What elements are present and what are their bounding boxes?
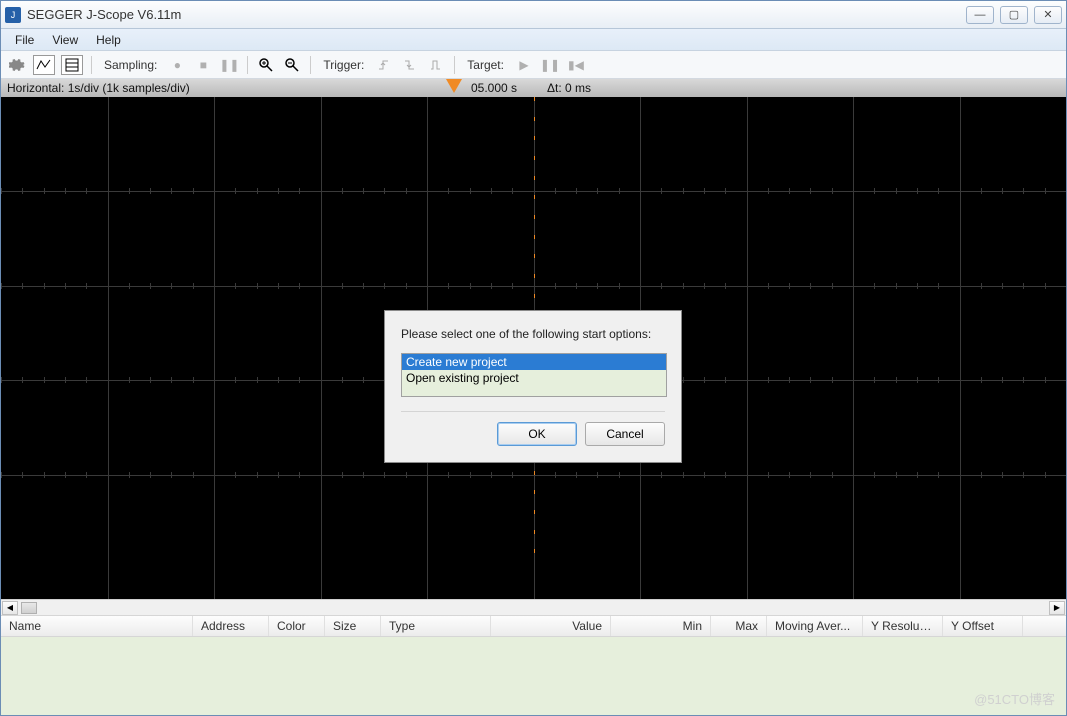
start-options-dialog: Please select one of the following start…: [384, 310, 682, 463]
time-value: 05.000 s: [471, 81, 517, 95]
scroll-right-button[interactable]: ▶: [1049, 601, 1065, 615]
minimize-button[interactable]: —: [966, 6, 994, 24]
trigger-rising-icon[interactable]: [374, 55, 394, 75]
table-body[interactable]: [1, 637, 1066, 715]
list-mode-icon[interactable]: [61, 55, 83, 75]
time-marker-icon[interactable]: [446, 79, 462, 93]
col-max[interactable]: Max: [711, 616, 767, 636]
col-color[interactable]: Color: [269, 616, 325, 636]
stop-icon[interactable]: ■: [193, 55, 213, 75]
infobar: Horizontal: 1s/div (1k samples/div) 05.0…: [1, 79, 1066, 97]
app-icon: J: [5, 7, 21, 23]
window-title: SEGGER J-Scope V6.11m: [27, 7, 966, 22]
col-name[interactable]: Name: [1, 616, 193, 636]
toolbar: Sampling: ● ■ ❚❚ Trigger: Target: ▶ ❚❚ ▮…: [1, 51, 1066, 79]
zoom-in-icon[interactable]: [256, 55, 276, 75]
sampling-label: Sampling:: [104, 58, 157, 72]
window-controls: — ▢ ✕: [966, 6, 1062, 24]
separator: [247, 56, 248, 74]
record-icon[interactable]: ●: [167, 55, 187, 75]
cancel-button[interactable]: Cancel: [585, 422, 665, 446]
titlebar: J SEGGER J-Scope V6.11m — ▢ ✕: [1, 1, 1066, 29]
line-mode-icon[interactable]: [33, 55, 55, 75]
trigger-both-icon[interactable]: [426, 55, 446, 75]
pause-icon[interactable]: ❚❚: [219, 55, 239, 75]
col-moving-avg[interactable]: Moving Aver...: [767, 616, 863, 636]
dialog-prompt: Please select one of the following start…: [401, 327, 665, 341]
dialog-separator: [401, 411, 665, 412]
horizontal-info: Horizontal: 1s/div (1k samples/div): [7, 81, 190, 95]
col-address[interactable]: Address: [193, 616, 269, 636]
ok-button[interactable]: OK: [497, 422, 577, 446]
col-y-res[interactable]: Y Resoluti...: [863, 616, 943, 636]
trigger-falling-icon[interactable]: [400, 55, 420, 75]
col-y-off[interactable]: Y Offset: [943, 616, 1023, 636]
horizontal-scrollbar[interactable]: ◀ ▶: [1, 599, 1066, 615]
trigger-label: Trigger:: [323, 58, 364, 72]
dialog-buttons: OK Cancel: [401, 422, 665, 446]
menu-view[interactable]: View: [44, 31, 86, 49]
dt-value: Δt: 0 ms: [547, 81, 591, 95]
col-type[interactable]: Type: [381, 616, 491, 636]
scroll-thumb[interactable]: [21, 602, 37, 614]
col-value[interactable]: Value: [491, 616, 611, 636]
separator: [91, 56, 92, 74]
pause-target-icon[interactable]: ❚❚: [540, 55, 560, 75]
option-open-project[interactable]: Open existing project: [402, 370, 666, 386]
col-size[interactable]: Size: [325, 616, 381, 636]
table-header: Name Address Color Size Type Value Min M…: [1, 615, 1066, 637]
options-listbox[interactable]: Create new project Open existing project: [401, 353, 667, 397]
zoom-out-icon[interactable]: [282, 55, 302, 75]
menu-help[interactable]: Help: [88, 31, 129, 49]
gear-icon[interactable]: [7, 55, 27, 75]
separator: [454, 56, 455, 74]
skip-back-icon[interactable]: ▮◀: [566, 55, 586, 75]
option-create-project[interactable]: Create new project: [402, 354, 666, 370]
target-label: Target:: [467, 58, 504, 72]
col-min[interactable]: Min: [611, 616, 711, 636]
maximize-button[interactable]: ▢: [1000, 6, 1028, 24]
close-button[interactable]: ✕: [1034, 6, 1062, 24]
scroll-left-button[interactable]: ◀: [2, 601, 18, 615]
menu-file[interactable]: File: [7, 31, 42, 49]
separator: [310, 56, 311, 74]
menubar: File View Help: [1, 29, 1066, 51]
play-icon[interactable]: ▶: [514, 55, 534, 75]
